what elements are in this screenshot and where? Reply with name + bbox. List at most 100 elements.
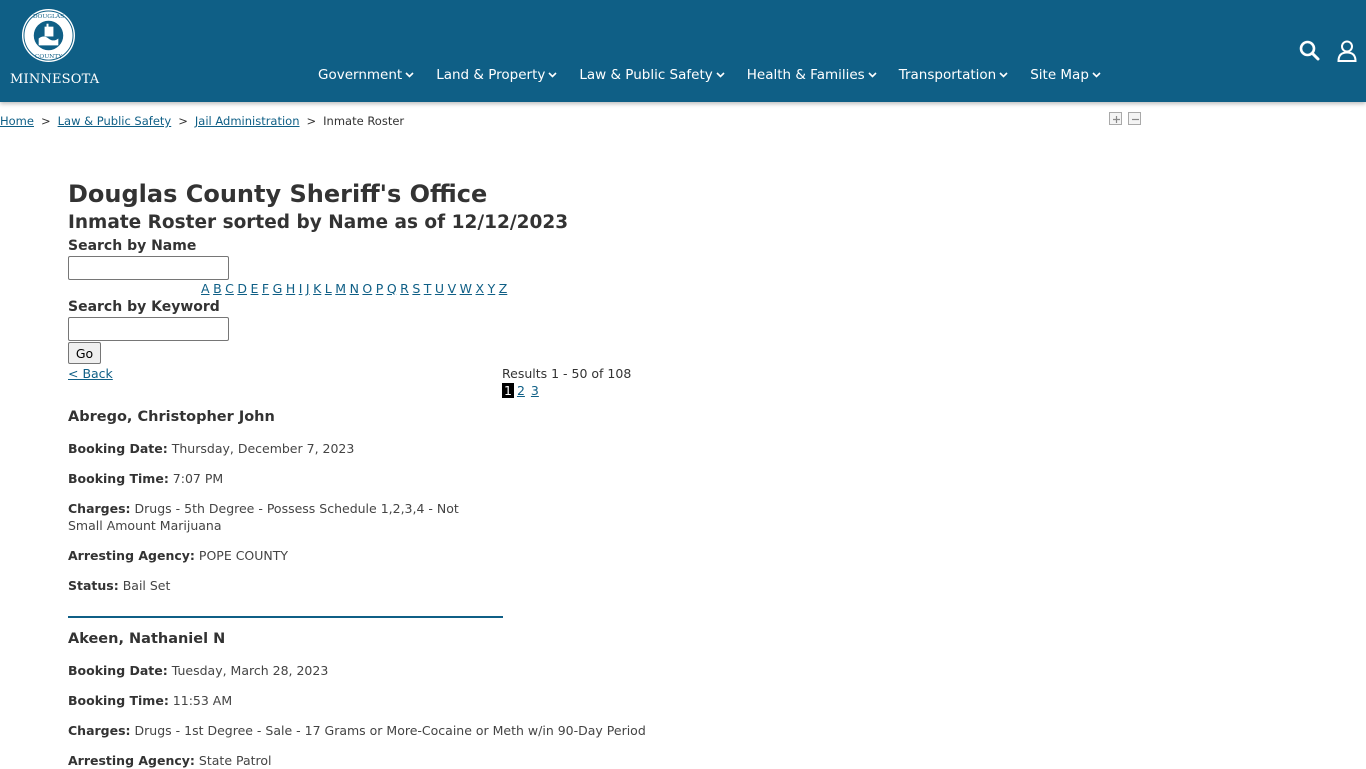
breadcrumb-law-public-safety[interactable]: Law & Public Safety [58,114,172,128]
breadcrumb-home[interactable]: Home [0,114,34,128]
nav-label: Site Map [1030,67,1089,83]
go-button[interactable]: Go [68,342,101,364]
letter-link-e[interactable]: E [251,281,259,296]
field-label: Charges: [68,501,131,516]
letter-link-f[interactable]: F [262,281,269,296]
pagination: 1 2 3 [502,383,545,398]
letter-link-q[interactable]: Q [387,281,397,296]
letter-link-p[interactable]: P [376,281,384,296]
logo-text: MINNESOTA [10,72,100,87]
charges-field: Charges: Drugs - 5th Degree - Possess Sc… [68,500,488,534]
field-value: Tuesday, March 28, 2023 [171,663,329,678]
nav-law-public-safety[interactable]: Law & Public Safety [579,67,725,83]
letter-link-c[interactable]: C [225,281,234,296]
letter-link-t[interactable]: T [424,281,432,296]
arresting-agency-field: Arresting Agency: State Patrol [68,752,272,769]
nav-government[interactable]: Government [318,67,414,83]
breadcrumb-jail-administration[interactable]: Jail Administration [195,114,300,128]
chevron-down-icon [999,72,1008,78]
nav-label: Land & Property [436,67,546,83]
field-value: State Patrol [198,753,272,768]
breadcrumb-separator: > [40,114,51,128]
nav-land-property[interactable]: Land & Property [436,67,557,83]
letter-link-w[interactable]: W [460,281,472,296]
letter-link-v[interactable]: V [448,281,457,296]
field-value: Thursday, December 7, 2023 [171,441,355,456]
letter-link-i[interactable]: I [299,281,303,296]
page-3-link[interactable]: 3 [531,383,539,398]
letter-link-n[interactable]: N [350,281,359,296]
charges-field: Charges: Drugs - 1st Degree - Sale - 17 … [68,722,646,739]
page-2-link[interactable]: 2 [517,383,525,398]
chevron-down-icon [716,72,725,78]
county-seal-logo[interactable]: DOUGLAS COUNTY [21,8,76,63]
chevron-down-icon [405,72,414,78]
field-value: 11:53 AM [172,693,233,708]
nav-site-map[interactable]: Site Map [1030,67,1101,83]
chevron-down-icon [868,72,877,78]
letter-link-y[interactable]: Y [488,281,496,296]
search-keyword-label: Search by Keyword [68,299,220,315]
chevron-down-icon [548,72,557,78]
letter-link-r[interactable]: R [400,281,409,296]
nav-label: Government [318,67,403,83]
letter-link-h[interactable]: H [286,281,295,296]
nav-label: Law & Public Safety [579,67,713,83]
page-subtitle: Inmate Roster sorted by Name as of 12/12… [68,212,569,233]
search-icon[interactable] [1299,40,1320,65]
nav-transportation[interactable]: Transportation [899,67,1008,83]
letter-link-k[interactable]: K [313,281,321,296]
letter-link-j[interactable]: J [306,281,310,296]
divider [68,616,503,618]
back-link[interactable]: < Back [68,366,113,381]
booking-time-field: Booking Time: 11:53 AM [68,692,232,709]
letter-link-b[interactable]: B [213,281,222,296]
field-label: Booking Date: [68,441,168,456]
letter-link-u[interactable]: U [435,281,444,296]
site-header: DOUGLAS COUNTY MINNESOTA Government Land… [0,0,1366,102]
field-label: Booking Time: [68,471,169,486]
nav-label: Health & Families [746,67,865,83]
booking-time-field: Booking Time: 7:07 PM [68,470,223,487]
field-value: Drugs - 1st Degree - Sale - 17 Grams or … [134,723,646,738]
letter-link-o[interactable]: O [362,281,372,296]
breadcrumb: Home > Law & Public Safety > Jail Administra… [0,114,404,128]
letter-link-a[interactable]: A [201,281,210,296]
letter-link-l[interactable]: L [325,281,332,296]
field-value: Bail Set [122,578,171,593]
field-label: Arresting Agency: [68,753,195,768]
search-keyword-input[interactable] [68,317,229,341]
inmate-name: Akeen, Nathaniel N [68,631,226,647]
field-value: 7:07 PM [172,471,224,486]
letter-link-m[interactable]: M [335,281,346,296]
arresting-agency-field: Arresting Agency: POPE COUNTY [68,547,288,564]
svg-text:DOUGLAS: DOUGLAS [33,14,64,20]
zoom-in-button[interactable] [1109,112,1122,125]
results-count: Results 1 - 50 of 108 [502,366,632,381]
page-1-current: 1 [502,383,514,398]
letter-link-x[interactable]: X [476,281,485,296]
field-value: POPE COUNTY [198,548,289,563]
letter-link-g[interactable]: G [273,281,283,296]
svg-text:COUNTY: COUNTY [35,54,62,60]
letter-link-d[interactable]: D [237,281,247,296]
search-name-input[interactable] [68,256,229,280]
chevron-down-icon [1092,72,1101,78]
inmate-name: Abrego, Christopher John [68,409,275,425]
field-label: Status: [68,578,119,593]
field-label: Booking Time: [68,693,169,708]
breadcrumb-current: Inmate Roster [323,114,405,128]
letter-link-z[interactable]: Z [499,281,508,296]
page-title: Douglas County Sheriff's Office [68,180,488,208]
breadcrumb-separator: > [306,114,317,128]
search-name-label: Search by Name [68,238,197,254]
letter-link-s[interactable]: S [412,281,420,296]
booking-date-field: Booking Date: Thursday, December 7, 2023 [68,440,354,457]
field-label: Booking Date: [68,663,168,678]
field-label: Arresting Agency: [68,548,195,563]
zoom-out-button[interactable] [1128,112,1141,125]
main-nav: Government Land & Property Law & Public … [318,67,1123,83]
nav-health-families[interactable]: Health & Families [747,67,877,83]
user-icon[interactable] [1337,40,1357,66]
nav-label: Transportation [898,67,997,83]
